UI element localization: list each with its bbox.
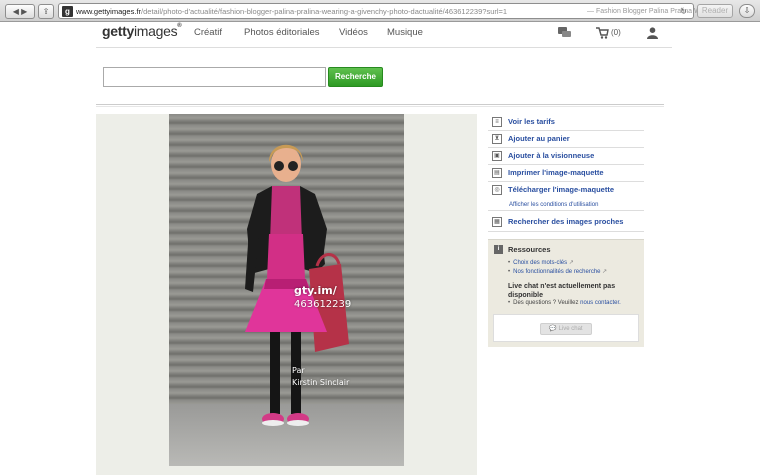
live-chat-status: Live chat n'est actuellement pas disponi…: [508, 283, 616, 299]
site-header: gettyimages® Créatif Photos éditoriales …: [96, 22, 672, 48]
image-preview-panel: gty.im/ 463612239 Par Kirstin Sinclair: [96, 114, 477, 475]
action-label[interactable]: Ajouter au panier: [508, 134, 570, 143]
info-icon: i: [494, 245, 503, 254]
back-forward-buttons[interactable]: ◀ ▶: [5, 4, 35, 19]
nav-photos-editoriales[interactable]: Photos éditoriales: [244, 27, 320, 38]
photo-credit-prefix: Par: [292, 366, 305, 375]
resources-panel: i Ressources • Choix des mots-clés ↗ • Nos…: [488, 239, 644, 347]
action-label[interactable]: Télécharger l'image-maquette: [508, 185, 614, 194]
nav-creatif[interactable]: Créatif: [194, 27, 222, 38]
action-telecharger[interactable]: ◎ Télécharger l'image-maquette: [488, 182, 644, 199]
gettyimages-logo[interactable]: gettyimages®: [102, 23, 182, 39]
watermark-brand: gty.im/: [294, 284, 337, 297]
image-actions: ≡ Voir les tarifs ⊻ Ajouter au panier ▣ Ajo…: [488, 114, 644, 232]
chat-icon[interactable]: [558, 27, 571, 39]
external-link-icon: ↗: [568, 260, 574, 266]
download-icon: ◎: [492, 185, 502, 195]
live-chat-button: 💬 Live chat: [540, 323, 592, 335]
url-text: www.gettyimages.fr/detail/photo-d'actual…: [76, 7, 508, 16]
reader-button[interactable]: Reader: [697, 4, 733, 18]
search-input[interactable]: [103, 67, 326, 87]
cart-icon[interactable]: [596, 27, 609, 39]
editorial-photo[interactable]: gty.im/ 463612239 Par Kirstin Sinclair: [169, 114, 404, 466]
action-label[interactable]: Rechercher des images proches: [508, 217, 623, 226]
action-label[interactable]: Ajouter à la visionneuse: [508, 151, 594, 160]
refresh-icon[interactable]: ↻: [680, 6, 687, 17]
action-voir-tarifs[interactable]: ≡ Voir les tarifs: [488, 114, 644, 131]
browser-toolbar: ◀ ▶ ⇪ g www.gettyimages.fr/detail/photo-…: [0, 0, 760, 22]
chat-question: • Des questions ? Veuillez nous contacter…: [508, 300, 621, 306]
contact-link[interactable]: nous contacter.: [580, 300, 621, 306]
getty-favicon-icon: g: [62, 6, 73, 17]
conditions-link[interactable]: Afficher les conditions d'utilisation: [488, 199, 644, 211]
lightbox-icon: ▣: [492, 151, 502, 161]
resource-link-features[interactable]: • Nos fonctionnalités de recherche ↗: [508, 268, 607, 275]
watermark-id: 463612239: [294, 299, 352, 310]
price-list-icon: ≡: [492, 117, 502, 127]
downloads-icon[interactable]: ⇩: [739, 4, 755, 18]
resources-title: Ressources: [508, 245, 551, 254]
live-chat-box: 💬 Live chat: [493, 314, 639, 342]
header-divider: [96, 104, 664, 107]
address-bar[interactable]: g www.gettyimages.fr/detail/photo-d'actu…: [58, 3, 697, 19]
action-images-proches[interactable]: ▦ Rechercher des images proches: [488, 214, 644, 232]
share-button[interactable]: ⇪: [38, 4, 54, 19]
action-imprimer[interactable]: ▤ Imprimer l'image-maquette: [488, 165, 644, 182]
print-icon: ▤: [492, 168, 502, 178]
action-label[interactable]: Imprimer l'image-maquette: [508, 168, 604, 177]
action-ajouter-panier[interactable]: ⊻ Ajouter au panier: [488, 131, 644, 148]
fashion-blogger-figure: [245, 144, 349, 426]
resource-link-keywords[interactable]: • Choix des mots-clés ↗: [508, 259, 574, 266]
nav-musique[interactable]: Musique: [387, 27, 423, 38]
similar-images-icon: ▦: [492, 217, 502, 227]
cart-icon: ⊻: [492, 134, 502, 144]
account-icon[interactable]: [647, 27, 658, 39]
cart-count: (0): [611, 28, 621, 37]
action-ajouter-visionneuse[interactable]: ▣ Ajouter à la visionneuse: [488, 148, 644, 165]
action-label[interactable]: Voir les tarifs: [508, 117, 555, 126]
search-button[interactable]: Recherche: [328, 67, 383, 87]
photo-credit-name: Kirstin Sinclair: [292, 378, 350, 387]
external-link-icon: ↗: [602, 269, 608, 275]
nav-videos[interactable]: Vidéos: [339, 27, 368, 38]
